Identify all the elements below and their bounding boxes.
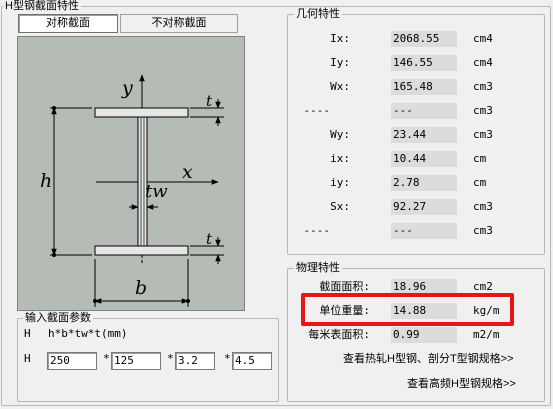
surface-area-value: 0.99 [391, 327, 457, 343]
multiply-sign-1: * [103, 352, 110, 365]
x-axis-label: x [182, 161, 193, 183]
physical-title: 物理特性 [294, 262, 342, 274]
b-input[interactable]: 125 [111, 352, 161, 370]
placeholder-value-1: --- [391, 103, 457, 119]
sx-label: Sx: [330, 200, 350, 213]
iy-value: 146.55 [391, 55, 457, 71]
t-top-label: t [206, 92, 213, 110]
placeholder-unit-2: cm3 [473, 224, 493, 237]
high-freq-spec-link[interactable]: 查看高频H型钢规格>> [407, 375, 516, 391]
iy-radius-label: iy: [330, 176, 350, 189]
bottom-flange [94, 245, 189, 256]
wy-label: Wy: [330, 128, 350, 141]
wx-label: Wx: [330, 80, 350, 93]
wy-unit: cm3 [473, 128, 493, 141]
iy-radius-unit: cm [473, 176, 487, 189]
ix-radius-unit: cm [473, 152, 487, 165]
sx-unit: cm3 [473, 200, 493, 213]
formula-prefix: H [24, 327, 31, 340]
ix-value: 2068.55 [391, 31, 457, 47]
iy-label: Iy: [330, 56, 350, 69]
tab-asymmetric-section[interactable]: 不对称截面 [120, 14, 238, 33]
hot-rolled-spec-link[interactable]: 查看热轧H型钢、剖分T型钢规格>> [343, 350, 514, 366]
h-dimension-label: h [40, 170, 52, 192]
wx-value: 165.48 [391, 79, 457, 95]
section-properties-title: H型钢截面特性 [3, 0, 81, 12]
surface-area-label: 每米表面积: [308, 328, 370, 341]
surface-area-unit: m2/m [473, 328, 500, 341]
ix-unit: cm4 [473, 32, 493, 45]
section-diagram: y x h b t t tw [17, 36, 245, 311]
section-area-unit: cm2 [473, 280, 493, 293]
sx-value: 92.27 [391, 199, 457, 215]
placeholder-label-1: ---- [303, 104, 331, 117]
ix-radius-value: 10.44 [391, 151, 457, 167]
tab-symmetric-section[interactable]: 对称截面 [18, 14, 118, 33]
multiply-sign-3: * [224, 352, 231, 365]
unit-weight-highlight [301, 293, 514, 326]
t-input[interactable]: 4.5 [232, 352, 272, 370]
wy-value: 23.44 [391, 127, 457, 143]
row-prefix: H [24, 352, 31, 365]
wx-unit: cm3 [473, 80, 493, 93]
t-bottom-label: t [206, 230, 213, 248]
iy-radius-value: 2.78 [391, 175, 457, 191]
b-dimension-label: b [135, 277, 147, 299]
h-beam-drawing: y x h b t t tw [18, 37, 244, 310]
ix-radius-label: ix: [330, 152, 350, 165]
formula-text: h*b*tw*t(mm) [48, 327, 128, 340]
top-flange [94, 107, 189, 118]
tw-input[interactable]: 3.2 [175, 352, 215, 370]
placeholder-value-2: --- [391, 223, 457, 239]
section-area-label: 截面面积: [319, 280, 370, 293]
y-axis-label: y [121, 77, 133, 99]
placeholder-unit-1: cm3 [473, 104, 493, 117]
ix-label: Ix: [330, 32, 350, 45]
input-params-title: 输入截面参数 [23, 312, 93, 324]
geometry-title: 几何特性 [294, 8, 342, 20]
placeholder-label-2: ---- [303, 224, 331, 237]
tw-label: tw [145, 181, 168, 202]
multiply-sign-2: * [167, 352, 174, 365]
h-input[interactable]: 250 [47, 352, 97, 370]
iy-unit: cm4 [473, 56, 493, 69]
